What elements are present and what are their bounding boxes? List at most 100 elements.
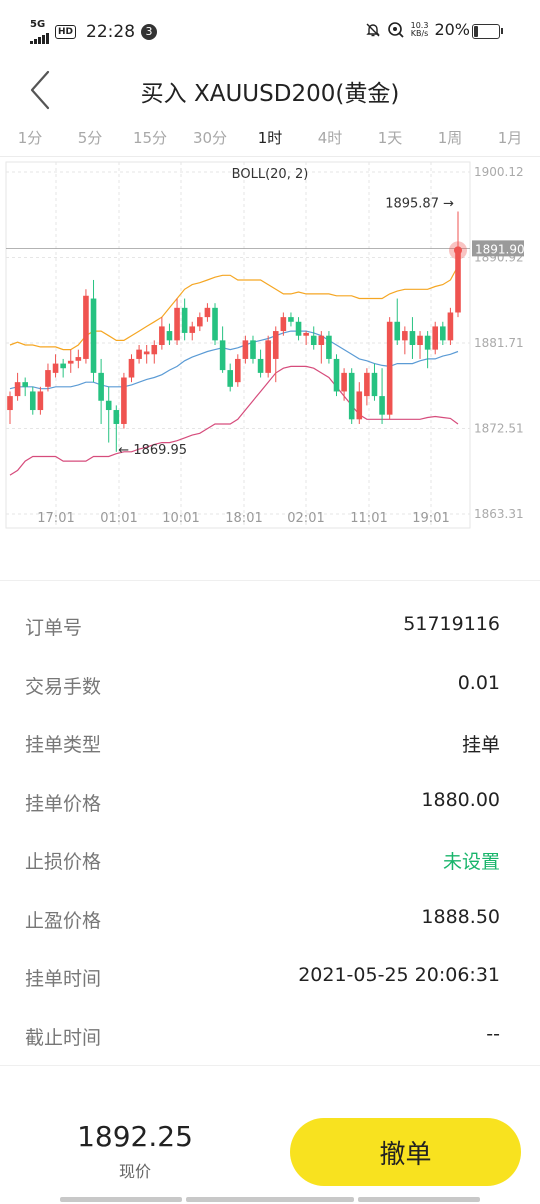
x-tick-label: 11:01 (350, 511, 387, 526)
candle (348, 372, 355, 420)
candle (90, 298, 97, 373)
candle (52, 363, 59, 373)
candle (113, 410, 120, 424)
tab-timeframe[interactable]: 1时 (240, 122, 300, 156)
detail-row: 止损价格 未设置 (0, 832, 540, 891)
detail-label: 止盈价格 (25, 909, 102, 932)
indicator-label: BOLL(20, 2) (232, 167, 309, 182)
candle (189, 326, 196, 333)
mute-icon (365, 23, 380, 36)
candle (394, 321, 401, 341)
order-details: 订单号 51719116 交易手数 0.01 挂单类型 挂单 挂单价格 1880.00 止损价格… (0, 598, 540, 1066)
detail-value: 2021-05-25 20:06:31 (298, 964, 500, 986)
candle (341, 372, 347, 392)
x-tick-label: 19:01 (412, 511, 449, 526)
y-tick-label: 1881.71 (474, 336, 524, 350)
divider (0, 580, 540, 581)
nav-indicator (186, 1197, 354, 1202)
tab-timeframe[interactable]: 15分 (120, 122, 180, 156)
candle (234, 358, 241, 383)
candle (409, 331, 416, 345)
candle (136, 349, 142, 359)
candle (424, 335, 431, 350)
detail-label: 挂单时间 (25, 968, 102, 990)
battery-percent: 20% (434, 20, 470, 39)
candle (37, 391, 44, 411)
candle (45, 370, 51, 387)
y-tick-label: 1900.12 (474, 165, 524, 179)
candle (364, 372, 370, 397)
max-price-label: 1895.87 → (385, 196, 454, 211)
candle (250, 340, 256, 359)
current-price-label: 现价 (118, 1162, 151, 1181)
candle (402, 331, 408, 341)
candle (227, 370, 234, 387)
candle (60, 363, 66, 369)
candle (326, 335, 332, 359)
tab-timeframe[interactable]: 1周 (420, 122, 480, 156)
cancel-order-button[interactable]: 撤单 (290, 1118, 521, 1186)
bottom-bar: 1892.25 现价 撤单 (0, 1100, 540, 1204)
detail-label: 挂单类型 (25, 734, 102, 756)
status-bar: 5G HD 22:28 3 10.3 KB/s 20% (0, 0, 540, 62)
detail-row: 订单号 51719116 (0, 598, 540, 657)
candle (219, 340, 226, 371)
candle (295, 321, 302, 336)
candle (14, 382, 21, 397)
candle (174, 307, 180, 341)
candle (151, 344, 158, 355)
tab-timeframe[interactable]: 30分 (180, 122, 240, 156)
x-tick-label: 02:01 (287, 511, 324, 526)
signal-icon: 5G (30, 20, 49, 44)
tab-timeframe[interactable]: 4时 (300, 122, 360, 156)
x-tick-label: 01:01 (100, 511, 137, 526)
last-price-dot (454, 246, 462, 255)
candle (105, 400, 112, 411)
candle (197, 317, 203, 327)
notification-badge: 3 (141, 24, 158, 40)
nav-indicator (358, 1197, 480, 1202)
y-tick-label: 1863.31 (474, 507, 524, 521)
tab-timeframe[interactable]: 1分 (0, 122, 60, 156)
candle (67, 360, 74, 364)
network-type: 5G (30, 19, 46, 30)
candle (386, 321, 393, 415)
candle (356, 391, 363, 420)
candle (143, 351, 150, 355)
candle (29, 391, 36, 411)
network-speed: 10.3 KB/s (410, 20, 429, 38)
tab-timeframe[interactable]: 1月 (480, 122, 540, 156)
candlestick-chart[interactable]: 1900.121890.921881.711872.511863.3117:01… (0, 156, 540, 536)
detail-value: 未设置 (442, 851, 500, 873)
detail-row: 交易手数 0.01 (0, 657, 540, 716)
nav-indicator (60, 1197, 182, 1202)
detail-value: 51719116 (403, 613, 500, 635)
chart-frame (5, 161, 471, 529)
detail-row: 止盈价格 1888.50 (0, 891, 540, 950)
data-saver-icon (387, 21, 404, 38)
detail-value: 挂单 (461, 734, 500, 756)
detail-value: 0.01 (457, 671, 500, 694)
candle (83, 295, 89, 359)
detail-label: 订单号 (25, 617, 83, 639)
current-price-tag-label: 1891.90 (475, 242, 525, 256)
candle (440, 326, 446, 341)
candle (22, 382, 28, 387)
detail-value: -- (486, 1022, 500, 1045)
candle (242, 340, 249, 359)
detail-value: 1880.00 (421, 788, 500, 811)
tab-timeframe[interactable]: 5分 (60, 122, 120, 156)
price-chart[interactable]: 1900.12 1890.92 1881.71 1872.51 1863.31 17:01… (0, 156, 540, 536)
candle (272, 331, 279, 359)
tab-timeframe[interactable]: 1天 (360, 122, 420, 156)
candle (121, 377, 127, 424)
x-tick-label: 17:01 (37, 511, 74, 526)
min-price-label: ← 1869.95 (118, 443, 187, 458)
candle (379, 396, 385, 415)
status-right: 10.3 KB/s 20% (365, 20, 470, 39)
candle (128, 358, 135, 378)
detail-label: 交易手数 (25, 675, 102, 698)
divider (0, 1065, 540, 1066)
x-tick-label: 10:01 (162, 511, 199, 526)
x-tick-label: 18:01 (225, 511, 262, 526)
